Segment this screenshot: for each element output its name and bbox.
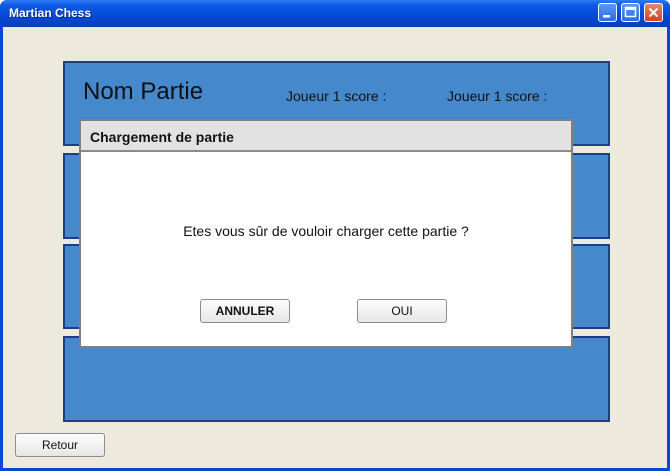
player1-score-label: Joueur 1 score : <box>286 88 387 104</box>
maximize-button[interactable] <box>621 3 640 22</box>
minimize-button[interactable] <box>598 3 617 22</box>
maximize-icon <box>624 6 637 18</box>
back-button[interactable]: Retour <box>15 433 105 457</box>
dialog-message: Etes vous sûr de vouloir charger cette p… <box>183 223 469 239</box>
app-window: Martian Chess Nom Partie Joueur 1 score … <box>0 0 670 471</box>
dialog-title: Chargement de partie <box>90 129 234 145</box>
minimize-icon <box>603 15 610 18</box>
title-bar[interactable]: Martian Chess <box>0 0 670 27</box>
confirm-button[interactable]: OUI <box>357 299 447 323</box>
window-title: Martian Chess <box>9 6 92 20</box>
cancel-button[interactable]: ANNULER <box>200 299 290 323</box>
player2-score-label: Joueur 1 score : <box>447 88 548 104</box>
close-icon <box>648 7 659 18</box>
close-button[interactable] <box>644 3 663 22</box>
dialog-header: Chargement de partie <box>81 121 571 152</box>
load-game-dialog: Chargement de partie Etes vous sûr de vo… <box>79 119 573 348</box>
game-name: Nom Partie <box>83 78 204 105</box>
saved-game-slot-4[interactable] <box>63 336 610 422</box>
